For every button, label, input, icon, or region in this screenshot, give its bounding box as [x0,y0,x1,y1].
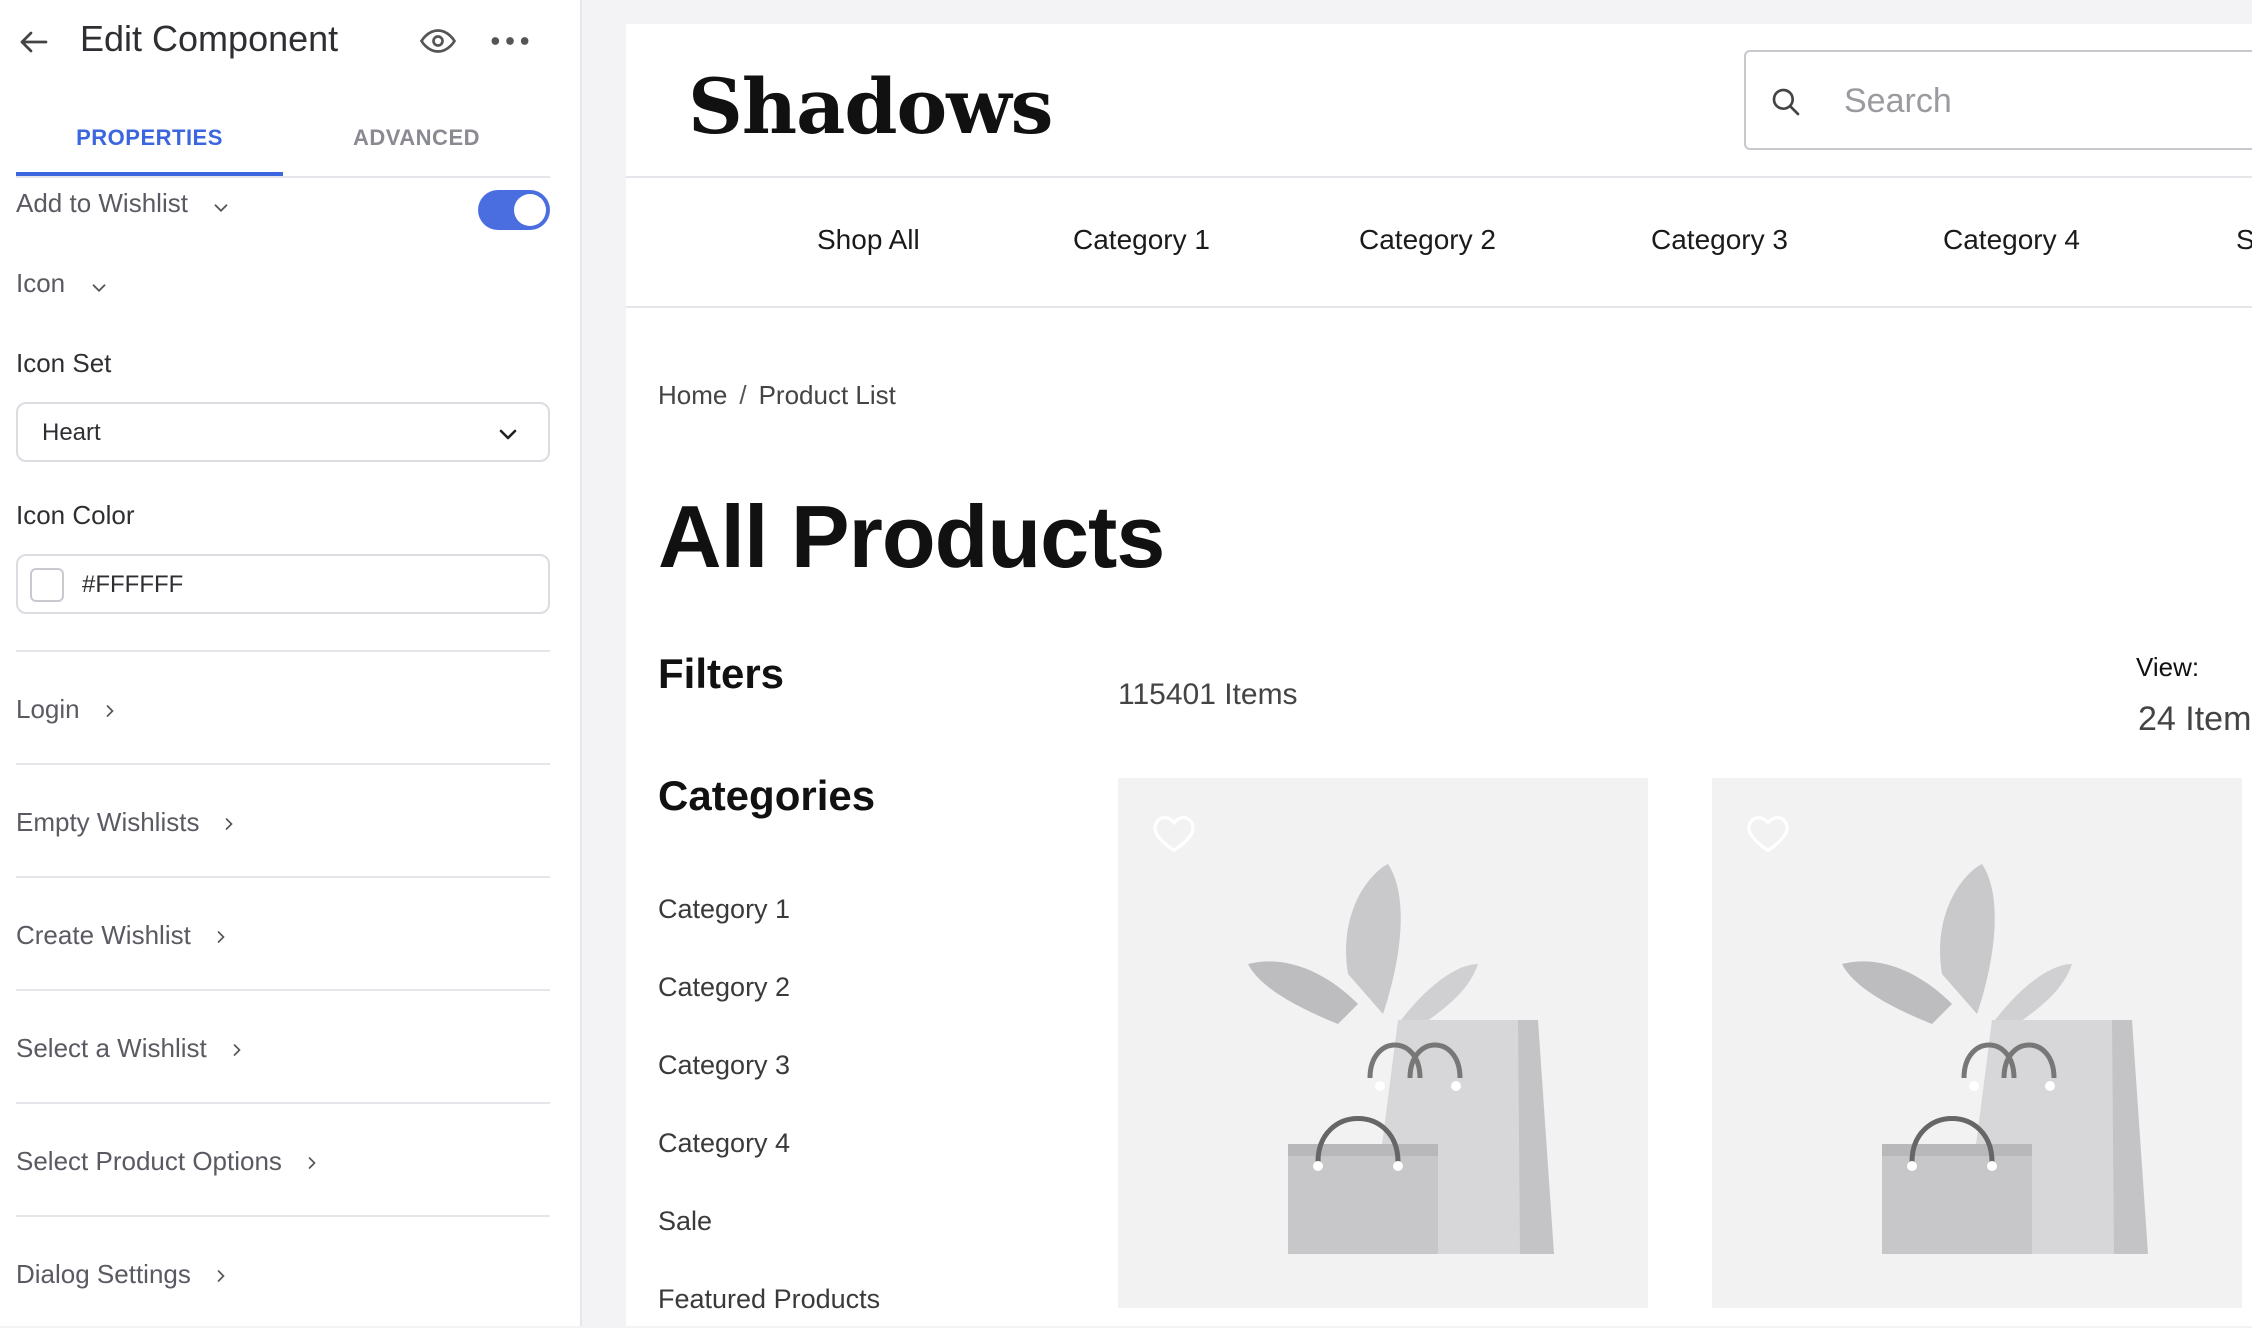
categories-heading: Categories [658,772,876,819]
heart-icon[interactable] [1746,814,1790,854]
category-filter-item[interactable]: Category 3 [658,1050,880,1128]
storefront-preview: Shadows Shop All Category 1 Category 2 C… [626,24,2252,1326]
chevron-right-icon [106,705,114,717]
icon-set-value: Heart [42,419,101,446]
product-card[interactable] [1712,778,2242,1308]
category-filter-item[interactable]: Sale [658,1206,880,1284]
color-swatch[interactable] [30,568,64,602]
panel-title: Edit Component [80,18,339,59]
search-icon [1772,88,1800,116]
section-login[interactable]: Login [16,650,550,763]
section-create-wishlist[interactable]: Create Wishlist [16,876,550,989]
category-filter-item[interactable]: Category 2 [658,972,880,1050]
nav-category-2[interactable]: Category 2 [1359,224,1496,256]
chevron-down-icon[interactable] [210,197,232,219]
section-label: Create Wishlist [16,920,191,950]
more-horizontal-icon[interactable] [488,26,532,56]
tab-properties[interactable]: PROPERTIES [16,104,283,176]
toggle-knob [514,194,546,226]
section-label: Empty Wishlists [16,807,200,837]
icon-group-label: Icon [16,268,66,298]
panel-sections: Login Empty Wishlists Create Wishlist Se… [16,650,550,1328]
chevron-right-icon [308,1157,316,1169]
icon-color-label: Icon Color [16,500,135,530]
section-label: Select a Wishlist [16,1033,207,1063]
icon-group-row[interactable]: Icon [16,268,110,308]
filters-heading: Filters [658,650,785,697]
nav-category-3[interactable]: Category 3 [1651,224,1788,256]
icon-set-select[interactable]: Heart [16,402,550,462]
breadcrumb-home[interactable]: Home [658,380,727,410]
section-dialog-settings[interactable]: Dialog Settings [16,1215,550,1328]
shopping-bags-illustration [1842,864,2148,1254]
search-input[interactable] [1842,76,2252,126]
shopping-bags-illustration [1248,864,1554,1254]
chevron-right-icon [217,1270,225,1282]
arrow-left-icon[interactable] [16,24,52,60]
category-filter-list: Category 1 Category 2 Category 3 Categor… [658,894,880,1326]
category-filter-item[interactable]: Category 1 [658,894,880,972]
icon-color-input[interactable]: #FFFFFF [16,554,550,614]
eye-icon[interactable] [420,26,456,56]
page-title: All Products [658,487,1165,586]
category-filter-item[interactable]: Category 4 [658,1128,880,1206]
tab-advanced[interactable]: ADVANCED [283,104,550,176]
section-label: Dialog Settings [16,1259,191,1289]
view-select[interactable]: 24 Items [2138,700,2252,739]
add-to-wishlist-row: Add to Wishlist [16,188,550,232]
add-to-wishlist-label[interactable]: Add to Wishlist [16,188,188,218]
search-box[interactable] [1744,50,2252,150]
category-nav: Shop All Category 1 Category 2 Category … [626,178,2252,308]
breadcrumb: Home / Product List [658,380,896,411]
chevron-right-icon [233,1044,241,1056]
chevron-right-icon [226,818,234,830]
section-select-product-options[interactable]: Select Product Options [16,1102,550,1215]
nav-truncated-item[interactable]: S [2236,224,2252,256]
edit-component-panel: Edit Component PROPERTIES ADVANCED Add t… [0,0,582,1326]
panel-tabs: PROPERTIES ADVANCED [16,104,550,178]
brand-logo[interactable]: Shadows [688,62,1053,151]
heart-icon[interactable] [1152,814,1196,854]
chevron-down-icon [499,429,517,440]
nav-category-1[interactable]: Category 1 [1073,224,1210,256]
category-filter-item[interactable]: Featured Products [658,1284,880,1326]
section-select-a-wishlist[interactable]: Select a Wishlist [16,989,550,1102]
section-empty-wishlists[interactable]: Empty Wishlists [16,763,550,876]
panel-header: Edit Component [0,0,580,82]
section-label: Select Product Options [16,1146,282,1176]
product-card[interactable] [1118,778,1648,1308]
view-label: View: [2136,652,2200,682]
nav-shop-all[interactable]: Shop All [817,224,920,256]
chevron-right-icon [217,931,225,943]
breadcrumb-separator: / [739,380,747,410]
nav-category-4[interactable]: Category 4 [1943,224,2080,256]
breadcrumb-current[interactable]: Product List [759,380,896,410]
chevron-down-icon [92,284,106,292]
icon-set-label: Icon Set [16,348,112,378]
section-label: Login [16,694,80,724]
add-to-wishlist-toggle[interactable] [478,190,550,230]
icon-color-value: #FFFFFF [82,571,184,598]
item-count: 115401 Items [1118,678,1298,711]
